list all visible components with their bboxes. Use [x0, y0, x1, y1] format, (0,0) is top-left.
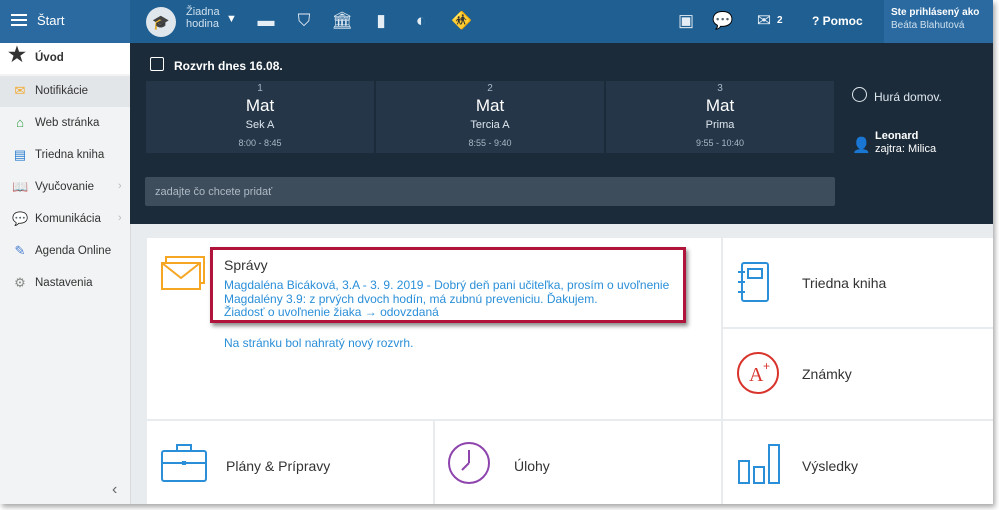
sidebar-item-notifikacie[interactable]: ✉ Notifikácie	[0, 76, 130, 107]
plans-tile[interactable]: Plány & Prípravy	[147, 421, 433, 504]
institution-icon[interactable]: 🏛	[331, 10, 353, 32]
envelope-icon: ✉	[14, 83, 26, 98]
grades-tile[interactable]: A + Známky	[723, 329, 993, 419]
sidebar: ★ Úvod ✉ Notifikácie ⌂ Web stránka ▤ Tri…	[0, 43, 131, 504]
chat-icon: 💬	[12, 211, 29, 226]
period-selector[interactable]: Žiadna hodina	[186, 6, 220, 30]
caret-down-icon[interactable]: ▼	[226, 13, 237, 25]
start-label: Štart	[37, 13, 65, 28]
gauge-icon[interactable]: ◐	[410, 10, 432, 32]
highlight-box	[210, 247, 686, 323]
walking-children-icon[interactable]: 🚸	[451, 10, 473, 32]
pen-icon: ✎	[14, 243, 26, 258]
shield-icon[interactable]: ⛉	[293, 10, 315, 32]
schedule-title: Rozvrh dnes 16.08.	[174, 59, 283, 73]
duty-name: Leonard	[875, 130, 919, 142]
cast-icon[interactable]: ▣	[675, 10, 697, 32]
chevron-right-icon: ›	[118, 180, 122, 192]
schedule-panel: Rozvrh dnes 16.08. 1 Mat Sek A 8:00 - 8:…	[130, 43, 993, 224]
plans-label: Plány & Prípravy	[226, 458, 331, 474]
class-book-tile[interactable]: Triedna kniha	[723, 238, 993, 327]
clock-icon	[852, 87, 867, 102]
sidebar-item-nastavenia[interactable]: ⚙ Nastavenia	[0, 268, 130, 299]
mail-icon[interactable]: ✉	[753, 10, 775, 32]
lesson-card[interactable]: 2 Mat Tercia A 8:55 - 9:40	[376, 81, 604, 153]
clock-icon	[448, 442, 490, 484]
help-button[interactable]: ? Pomoc	[812, 14, 863, 28]
hamburger-icon	[11, 14, 27, 16]
sidebar-item-agenda-online[interactable]: ✎ Agenda Online	[0, 236, 130, 267]
duty-tomorrow: zajtra: Milica	[875, 143, 937, 155]
chevron-right-icon: ›	[118, 212, 122, 224]
sidebar-item-vyucovanie[interactable]: 📖 Vyučovanie ›	[0, 172, 130, 203]
gear-icon: ⚙	[14, 275, 26, 290]
top-bar: Štart 🎓 Žiadna hodina ▼ ▬ ⛉ 🏛 ▮ ◐ 🚸 ▣ 💬 …	[0, 0, 993, 43]
mail-count-badge: 2	[777, 15, 783, 26]
grade-a-plus-icon: A +	[737, 352, 779, 394]
user-info[interactable]: Ste prihlásený ako Beáta Blahutová	[884, 0, 993, 43]
envelope-icon	[161, 256, 205, 290]
sidebar-item-triedna-kniha[interactable]: ▤ Triedna kniha	[0, 140, 130, 171]
tasks-tile[interactable]: Úlohy	[435, 421, 721, 504]
lesson-card[interactable]: 1 Mat Sek A 8:00 - 8:45	[146, 81, 374, 153]
graduation-cap-icon[interactable]: 🎓	[146, 7, 176, 37]
bar-chart-icon[interactable]: ▮	[370, 10, 392, 32]
chat-bubbles-icon[interactable]: 💬	[712, 10, 734, 32]
sidebar-item-web-stranka[interactable]: ⌂ Web stránka	[0, 108, 130, 139]
bar-chart-icon	[738, 444, 780, 484]
briefcase-icon[interactable]: ▬	[255, 10, 277, 32]
home-icon: ⌂	[16, 115, 24, 130]
results-tile[interactable]: Výsledky	[723, 421, 993, 504]
class-book-label: Triedna kniha	[802, 275, 887, 291]
home-time-text: Hurá domov.	[874, 90, 942, 104]
app-window: Štart 🎓 Žiadna hodina ▼ ▬ ⛉ 🏛 ▮ ◐ 🚸 ▣ 💬 …	[0, 0, 993, 504]
tasks-label: Úlohy	[514, 458, 550, 474]
message-item[interactable]: Na stránku bol nahratý nový rozvrh.	[224, 336, 413, 350]
results-label: Výsledky	[802, 458, 859, 474]
grades-label: Známky	[802, 366, 852, 382]
book-icon: ▤	[13, 147, 27, 162]
lesson-card[interactable]: 3 Mat Prima 9:55 - 10:40	[606, 81, 834, 153]
sidebar-item-komunikacia[interactable]: 💬 Komunikácia ›	[0, 204, 130, 235]
collapse-sidebar-icon[interactable]: ‹	[112, 481, 117, 499]
calendar-icon	[150, 57, 164, 71]
sidebar-item-uvod[interactable]: ★ Úvod	[0, 43, 130, 74]
notebook-icon	[738, 262, 769, 302]
add-item-input[interactable]	[145, 177, 835, 206]
svg-text:A: A	[749, 364, 764, 386]
person-icon: 👤	[852, 137, 871, 154]
star-icon: ★	[8, 44, 26, 66]
svg-text:+: +	[763, 359, 770, 373]
open-book-icon: 📖	[12, 179, 29, 194]
start-button[interactable]: Štart	[0, 0, 130, 43]
briefcase-icon	[161, 444, 207, 482]
